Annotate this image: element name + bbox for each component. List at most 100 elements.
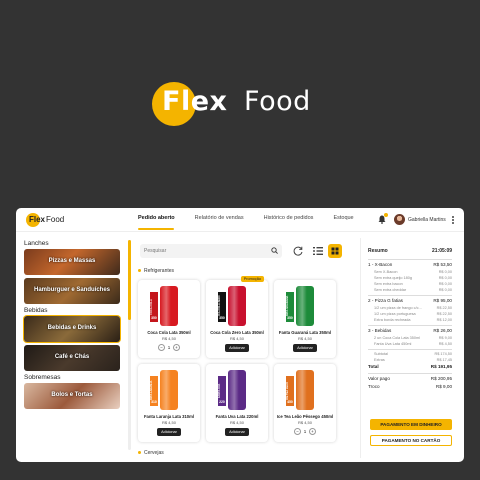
summary-line-label: Fanta Uva Lata 450ml [374,342,412,346]
add-to-order-button[interactable]: Adicionar [293,344,317,352]
product-card[interactable]: FANTA GUARANÁ 350 Fanta Guaraná Lata 350ml… [274,280,336,358]
section-title-drinks: Bebidas [24,307,48,314]
product-size-label: 220 [218,400,226,404]
product-card[interactable]: FANTA UVA 220 Fanta Uva Lata 220ml R$ 4,50 A… [206,364,268,442]
product-card[interactable]: ICE TEA LEÃO 450 Ice Tea Leão Pêssego 450m… [274,364,336,442]
user-name[interactable]: Gabriella Martins [408,217,446,223]
summary-line-label: Sem extra bacon [374,282,403,286]
sidebar-scroll-thumb[interactable] [128,240,131,320]
summary-line-value: R$ 191,95 [430,364,452,369]
increment-button[interactable]: + [173,344,180,351]
product-size-label: 310 [150,400,158,404]
category-drinks[interactable]: Bebidas e Drinks [24,316,120,342]
decrement-button[interactable]: − [158,344,165,351]
section-title-snacks: Lanches [24,240,49,247]
summary-line-value: R$ 174,50 [434,352,452,356]
pay-cash-button[interactable]: PAGAMENTO EM DINHEIRO [370,419,452,430]
summary-line-label: 1 - X-Bacon [368,262,393,267]
kebab-menu-icon[interactable] [452,216,454,224]
summary-line: 3 - Bebidas R$ 26,00 [368,328,452,335]
pay-card-button[interactable]: PAGAMENTO NO CARTÃO [370,435,452,446]
product-image [296,370,314,410]
product-card[interactable]: FANTA LARANJA 310 Fanta Laranja Lata 310ml… [138,364,200,442]
product-name: Coca Cola Lata 350ml [147,330,191,335]
product-image [228,286,246,326]
refresh-icon[interactable] [292,245,304,257]
app-logo-light: Food [46,215,65,224]
panel-divider [360,238,361,458]
summary-divider [368,259,452,260]
add-to-order-button[interactable]: Adicionar [157,428,181,436]
summary-line-value: R$ 9,00 [438,336,452,340]
product-image [296,286,314,326]
summary-divider [368,325,452,326]
summary-line: Troco R$ 9,00 [368,384,452,391]
category-label: Bolos e Tortas [51,392,93,398]
grid-view-icon [331,247,339,255]
summary-line-label: Extras [374,358,385,362]
summary-line-value: R$ 53,50 [433,262,452,267]
product-price: R$ 4,50 [229,336,244,341]
category-label: Pizzas e Massas [48,258,96,264]
category-burgers[interactable]: Hamburguer e Sanduíches [24,278,120,304]
grid-view-button[interactable] [328,244,342,258]
product-image [160,286,178,326]
summary-line-value: R$ 12,00 [436,318,452,322]
product-name: Fanta Guaraná Lata 350ml [278,330,332,335]
summary-line-value: R$ 22,50 [436,312,452,316]
top-bar: Flex Food Pedido aberto Relatório de ven… [16,208,464,232]
summary-line-label: Valor pago [368,376,390,381]
product-name: Ice Tea Leão Pêssego 450ml [276,414,334,419]
quantity-stepper[interactable]: −1 + [294,428,316,436]
product-card[interactable]: COCA-COLA 350 Coca Cola Lata 350ml R$ 4,50−… [138,280,200,358]
search-box[interactable] [140,244,282,258]
summary-line-label: Total [368,364,379,369]
nav-order-history[interactable]: Histórico de pedidos [264,215,314,221]
increment-button[interactable]: + [309,428,316,435]
quantity-value: 1 [167,345,171,350]
category-label: Café e Chás [54,354,90,360]
summary-line-label: 2 - Pizza G fatias [368,298,403,303]
summary-line-label: Sem X-Bacon [374,270,398,274]
app-logo[interactable]: Flex Food [26,213,86,227]
summary-line-value: R$ 0,00 [438,288,452,292]
product-image [228,370,246,410]
nav-sales-report[interactable]: Relatório de vendas [195,215,244,221]
summary-line-label: 3 - Bebidas [368,328,392,333]
product-size-label: 450 [286,400,294,404]
category-cakes[interactable]: Bolos e Tortas [24,383,120,409]
add-to-order-button[interactable]: Adicionar [225,344,249,352]
summary-line-label: Troco [368,384,380,389]
nav-open-order[interactable]: Pedido aberto [138,215,175,221]
product-size-label: 350 [150,316,158,320]
summary-line-label: Extra borda recheada [374,318,411,322]
product-price: R$ 4,50 [161,336,176,341]
logo-name-bold: Flex [162,86,228,117]
summary-header: Resumo 21:05:09 [368,248,452,256]
list-view-icon[interactable] [312,245,324,257]
summary-divider [368,373,452,374]
decrement-button[interactable]: − [294,428,301,435]
avatar[interactable] [394,214,405,225]
product-name: Coca Cola Zero Lata 350ml [210,330,264,335]
quantity-stepper[interactable]: −1 + [158,344,180,352]
add-to-order-button[interactable]: Adicionar [225,428,249,436]
summary-line-label: 1/2 um pizza de frango c/c... [374,306,422,310]
product-name: Fanta Uva Lata 220ml [215,414,259,419]
category-pizzas[interactable]: Pizzas e Massas [24,249,120,275]
summary-line-label: Sem extra cheddar [374,288,407,292]
section-title-desserts: Sobremesas [24,374,61,381]
search-input[interactable] [144,246,264,256]
summary-line-value: R$ 22,50 [436,306,452,310]
product-card[interactable]: COCA-COLA ZERO 350 Coca Cola Zero Lata 350… [206,276,268,358]
nav-stock[interactable]: Estoque [333,215,353,221]
summary-line-value: R$ 9,00 [435,384,452,389]
category-coffee[interactable]: Café e Chás [24,345,120,371]
summary-subline: Extra borda recheada R$ 12,00 [368,318,452,325]
product-price: R$ 4,50 [161,420,176,425]
quantity-value: 1 [303,429,307,434]
product-image [160,370,178,410]
app-window: Flex Food Pedido aberto Relatório de ven… [16,208,464,462]
product-price: R$ 4,50 [229,420,244,425]
search-icon[interactable] [271,247,278,254]
